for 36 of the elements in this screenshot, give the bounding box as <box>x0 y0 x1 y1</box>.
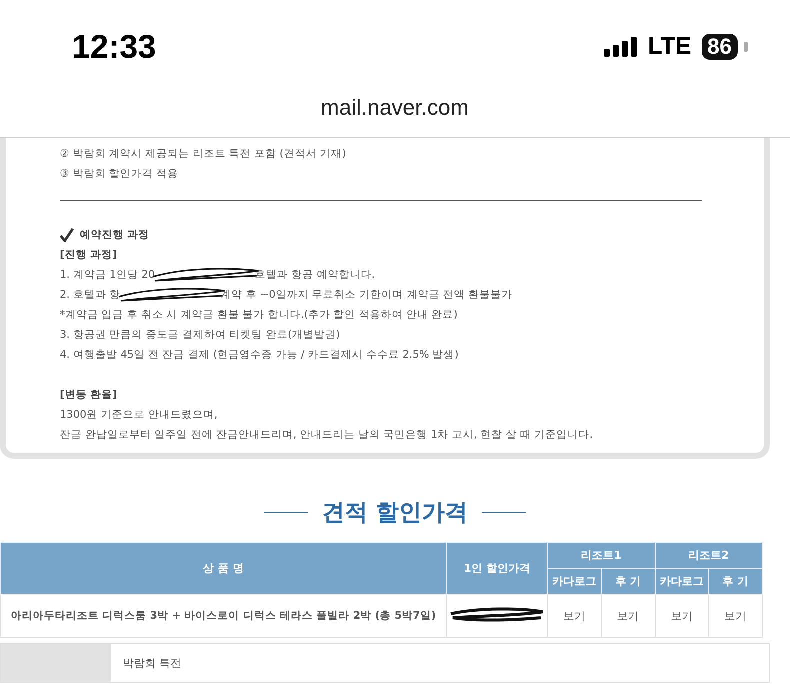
checkmark-icon <box>60 228 74 242</box>
header-cell: 리조트2 <box>655 542 762 568</box>
subheading: [진행 과정] <box>60 248 118 263</box>
body-text: 잔금 완납일로부터 일주일 전에 잔금안내드리며, 안내드리는 날의 국민은행 1차 고시, 현찰 살 때 기준입니다. <box>60 428 594 443</box>
body-text: 3. 항공권 만큼의 중도금 결제하여 티켓팅 완료(개별발권) <box>60 328 342 343</box>
view-link[interactable]: 보기 <box>548 594 602 638</box>
url-text[interactable]: mail.naver.com <box>0 88 790 138</box>
body-text: *계약금 입금 후 취소 시 계약금 환불 불가 합니다.(추가 할인 적용하여 안내 완료) <box>60 308 459 323</box>
header-cell: 1인 할인가격 <box>446 542 548 594</box>
header-cell: 카다로그 <box>655 568 709 594</box>
body-text: 호텔과 항공 예약합니다. <box>255 268 376 283</box>
view-link[interactable]: 보기 <box>655 594 709 638</box>
section-heading: 예약진행 과정 <box>80 228 150 243</box>
network-label: LTE <box>648 33 692 61</box>
header-cell: 리조트1 <box>548 542 656 568</box>
body-text: 4. 여행출발 45일 전 잔금 결제 (현금영수증 가능 / 카드결제시 수수료 2.5% 발생) <box>60 348 460 363</box>
battery-tip-icon <box>744 42 748 52</box>
view-link[interactable]: 보기 <box>601 594 656 638</box>
body-text: ③ 박람회 할인가격 적용 <box>60 167 180 182</box>
body-text: 1. 계약금 1인당 20 <box>60 268 156 283</box>
header-cell: 카다로그 <box>548 568 602 594</box>
header-cell: 상 품 명 <box>0 542 447 594</box>
body-text: 1300원 기준으로 안내드렸으며, <box>60 408 219 423</box>
section-title: 견적 할인가격 <box>322 499 468 528</box>
body-text: 계약 후 ~0일까지 무료취소 기한이며 계약금 전액 환불불가 <box>220 288 513 303</box>
signal-icon <box>604 37 638 57</box>
body-text: ② 박람회 계약시 제공되는 리조트 특전 포함 (견적서 기재) <box>60 147 348 162</box>
body-text: 2. 호텔과 항 <box>60 288 121 303</box>
header-cell: 후 기 <box>708 568 762 594</box>
view-link[interactable]: 보기 <box>708 594 762 638</box>
header-cell: 후 기 <box>601 568 656 594</box>
subheading: [변동 환율] <box>60 388 118 403</box>
table-cell: 아리아두타리조트 디럭스룸 3박 + 바이스로이 디럭스 테라스 풀빌라 2박 (총 5박7일) <box>0 594 447 638</box>
benefits-label: 박람회 특전 <box>123 656 182 670</box>
battery-level: 86 <box>702 34 738 60</box>
clock-time: 12:33 <box>72 27 156 66</box>
